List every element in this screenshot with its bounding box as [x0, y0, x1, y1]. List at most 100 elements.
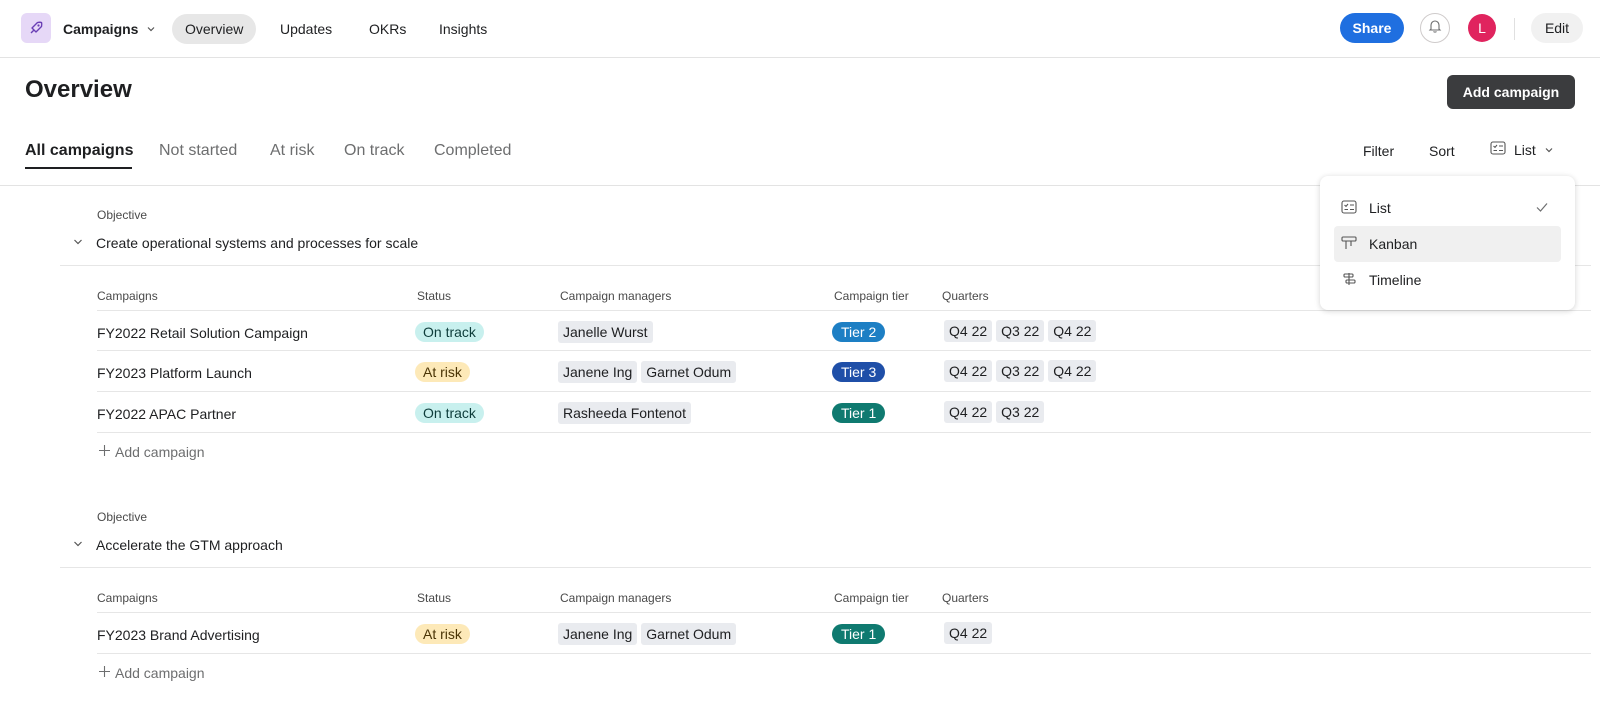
filter-button[interactable]: Filter	[1363, 143, 1394, 159]
view-label: List	[1514, 141, 1536, 158]
tab-updates[interactable]: Updates	[267, 14, 345, 44]
check-icon	[1535, 200, 1549, 217]
project-switcher[interactable]: Campaigns	[63, 18, 156, 40]
quarter-chip: Q3 22	[996, 360, 1045, 382]
divider	[97, 391, 1591, 392]
tab-on-track[interactable]: On track	[344, 142, 404, 160]
tier-badge[interactable]: Tier 1	[832, 624, 886, 644]
divider	[97, 612, 1591, 613]
column-header-campaigns: Campaigns	[97, 591, 158, 605]
managers-cell[interactable]: Janene Ing Garnet Odum	[558, 361, 740, 383]
manager-chip: Janelle Wurst	[558, 321, 653, 343]
objective-header[interactable]: Accelerate the GTM approach	[72, 537, 283, 553]
quarter-chip: Q4 22	[1048, 360, 1097, 382]
divider	[1514, 18, 1515, 40]
divider	[97, 432, 1591, 433]
quarters-cell[interactable]: Q4 22	[944, 622, 996, 644]
tab-insights[interactable]: Insights	[426, 14, 500, 44]
status-badge[interactable]: On track	[415, 322, 484, 342]
campaign-name[interactable]: FY2022 APAC Partner	[97, 406, 236, 422]
tab-not-started[interactable]: Not started	[159, 142, 237, 160]
column-header-managers: Campaign managers	[560, 591, 672, 605]
manager-chip: Janene Ing	[558, 623, 638, 645]
quarter-chip: Q4 22	[944, 320, 993, 342]
list-icon	[1490, 141, 1506, 158]
column-header-tier: Campaign tier	[834, 289, 909, 303]
add-campaign-row-button[interactable]: Add campaign	[98, 444, 205, 460]
quarter-chip: Q3 22	[996, 401, 1045, 423]
list-icon	[1341, 199, 1357, 217]
tab-overview[interactable]: Overview	[172, 14, 257, 44]
divider	[97, 653, 1591, 654]
top-bar: Campaigns Overview Updates OKRs Insights…	[0, 0, 1600, 58]
tab-all-campaigns[interactable]: All campaigns	[25, 142, 133, 160]
kanban-icon	[1341, 235, 1357, 253]
divider	[97, 310, 1591, 311]
add-campaign-button[interactable]: Add campaign	[1447, 75, 1575, 109]
bell-icon	[1427, 18, 1443, 39]
project-name: Campaigns	[63, 21, 139, 37]
chevron-down-icon[interactable]	[72, 537, 84, 553]
tab-completed[interactable]: Completed	[434, 142, 511, 160]
objective-label: Objective	[97, 510, 148, 524]
column-header-tier: Campaign tier	[834, 591, 909, 605]
status-badge[interactable]: On track	[415, 403, 484, 423]
edit-button[interactable]: Edit	[1531, 13, 1583, 43]
tab-at-risk[interactable]: At risk	[270, 142, 314, 160]
add-campaign-label: Add campaign	[115, 444, 205, 460]
tier-badge[interactable]: Tier 3	[832, 362, 886, 382]
manager-chip: Rasheeda Fontenot	[558, 402, 691, 424]
tier-badge[interactable]: Tier 2	[832, 322, 886, 342]
notifications-button[interactable]	[1420, 13, 1450, 43]
managers-cell[interactable]: Janelle Wurst	[558, 321, 657, 343]
plus-icon	[98, 444, 111, 460]
campaign-name[interactable]: FY2023 Brand Advertising	[97, 627, 260, 643]
menu-item-label: Kanban	[1369, 236, 1418, 252]
campaign-name[interactable]: FY2022 Retail Solution Campaign	[97, 325, 308, 341]
view-switcher-button[interactable]: List	[1490, 141, 1554, 158]
quarter-chip: Q4 22	[944, 360, 993, 382]
column-header-managers: Campaign managers	[560, 289, 672, 303]
managers-cell[interactable]: Janene Ing Garnet Odum	[558, 623, 740, 645]
menu-item-label: List	[1369, 200, 1391, 216]
plus-icon	[98, 665, 111, 681]
campaign-name[interactable]: FY2023 Platform Launch	[97, 365, 252, 381]
menu-item-kanban[interactable]: Kanban	[1334, 226, 1561, 262]
share-button[interactable]: Share	[1340, 13, 1404, 43]
quarters-cell[interactable]: Q4 22 Q3 22 Q4 22	[944, 360, 1100, 382]
sort-button[interactable]: Sort	[1429, 143, 1455, 159]
quarter-chip: Q4 22	[1048, 320, 1097, 342]
objective-title: Create operational systems and processes…	[96, 235, 419, 251]
timeline-icon	[1341, 272, 1357, 289]
tab-okrs[interactable]: OKRs	[356, 14, 419, 44]
avatar[interactable]: L	[1468, 14, 1496, 42]
column-header-status: Status	[417, 591, 452, 605]
menu-item-timeline[interactable]: Timeline	[1334, 262, 1561, 298]
chevron-down-icon[interactable]	[72, 235, 84, 251]
quarters-cell[interactable]: Q4 22 Q3 22	[944, 401, 1048, 423]
active-tab-indicator	[25, 167, 132, 169]
quarter-chip: Q3 22	[996, 320, 1045, 342]
chevron-down-icon	[1544, 142, 1554, 158]
add-campaign-label: Add campaign	[115, 665, 205, 681]
status-badge[interactable]: At risk	[415, 362, 470, 382]
manager-chip: Garnet Odum	[641, 361, 737, 383]
rocket-icon[interactable]	[21, 13, 51, 43]
manager-chip: Janene Ing	[558, 361, 638, 383]
menu-item-label: Timeline	[1369, 272, 1422, 288]
tier-badge[interactable]: Tier 1	[832, 403, 886, 423]
column-header-status: Status	[417, 289, 452, 303]
status-badge[interactable]: At risk	[415, 624, 470, 644]
menu-item-list[interactable]: List	[1334, 190, 1561, 226]
managers-cell[interactable]: Rasheeda Fontenot	[558, 402, 695, 424]
manager-chip: Garnet Odum	[641, 623, 737, 645]
add-campaign-row-button[interactable]: Add campaign	[98, 665, 205, 681]
quarters-cell[interactable]: Q4 22 Q3 22 Q4 22	[944, 320, 1100, 342]
chevron-down-icon	[146, 21, 156, 37]
objective-header[interactable]: Create operational systems and processes…	[72, 235, 418, 251]
quarter-chip: Q4 22	[944, 401, 993, 423]
divider	[60, 567, 1591, 568]
divider	[97, 350, 1591, 351]
page-title: Overview	[25, 76, 132, 103]
view-dropdown-menu: List Kanban Timeline	[1320, 176, 1575, 310]
